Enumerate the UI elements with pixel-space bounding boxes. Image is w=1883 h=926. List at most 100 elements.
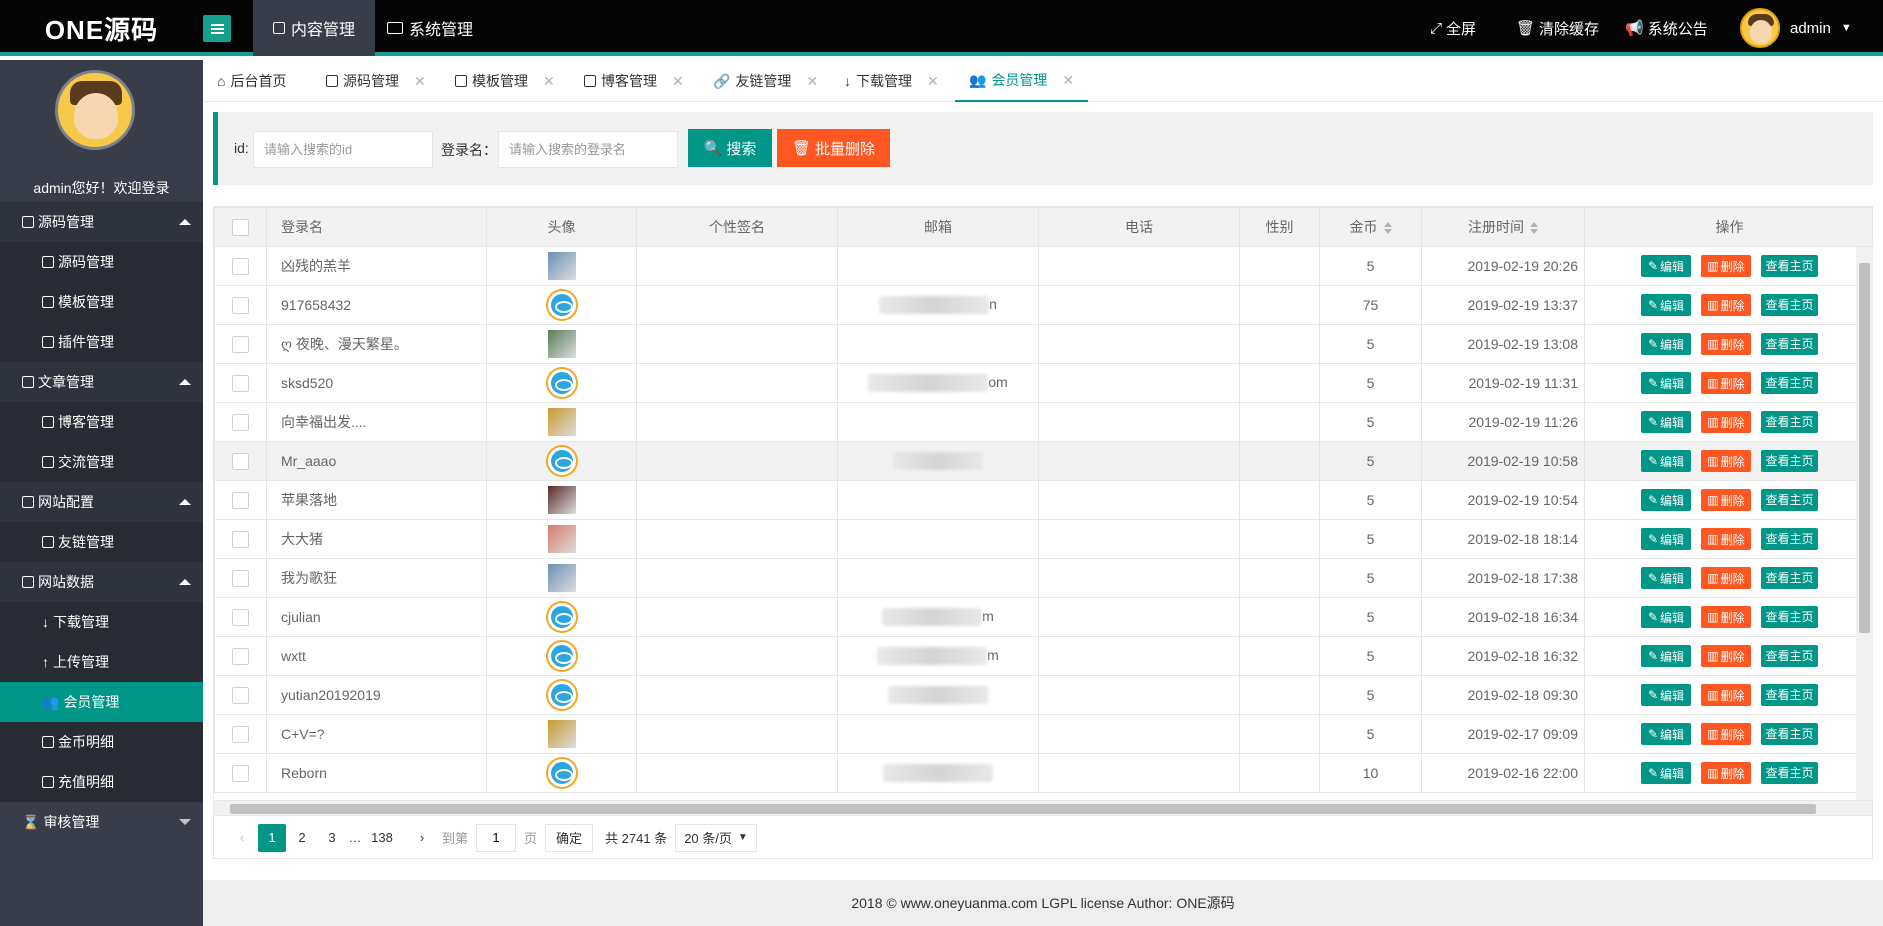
sidebar-item-exchange[interactable]: 交流管理 — [0, 442, 203, 482]
table-row[interactable]: 凶残的羔羊 5 2019-02-19 20:26 ✎ 编辑 ▥ 删除 查看主页 — [214, 246, 1872, 286]
prev-page-button[interactable]: ‹ — [228, 824, 256, 852]
sidebar-group-site-data[interactable]: 网站数据 — [0, 562, 203, 602]
delete-button[interactable]: ▥ 删除 — [1701, 723, 1751, 746]
edit-button[interactable]: ✎ 编辑 — [1641, 372, 1691, 395]
row-checkbox[interactable] — [232, 296, 249, 314]
close-icon[interactable]: ✕ — [927, 73, 939, 90]
scroll-thumb[interactable] — [1859, 263, 1870, 633]
fullscreen-button[interactable]: ⤢ 全屏 — [1430, 0, 1476, 56]
table-row[interactable]: 苹果落地 5 2019-02-19 10:54 ✎ 编辑 ▥ 删除 查看主页 — [214, 480, 1872, 520]
close-icon[interactable]: ✕ — [1062, 72, 1074, 89]
page-button-2[interactable]: 2 — [288, 824, 316, 852]
close-icon[interactable]: ✕ — [806, 73, 818, 90]
view-homepage-button[interactable]: 查看主页 — [1761, 449, 1818, 472]
delete-button[interactable]: ▥ 删除 — [1701, 762, 1751, 785]
table-row[interactable]: yutian20192019 5 2019-02-18 09:30 ✎ 编辑 ▥ 删除 查看主… — [214, 675, 1872, 715]
edit-button[interactable]: ✎ 编辑 — [1641, 450, 1691, 473]
view-homepage-button[interactable]: 查看主页 — [1761, 410, 1818, 433]
select-all-cell[interactable] — [214, 207, 267, 247]
view-homepage-button[interactable]: 查看主页 — [1761, 722, 1818, 745]
topnav-content-manage[interactable]: 内容管理 — [253, 0, 376, 56]
col-register-time[interactable]: 注册时间 — [1421, 207, 1585, 247]
row-checkbox[interactable] — [232, 608, 249, 626]
edit-button[interactable]: ✎ 编辑 — [1641, 723, 1691, 746]
row-checkbox[interactable] — [232, 764, 249, 782]
delete-button[interactable]: ▥ 删除 — [1701, 645, 1751, 668]
view-homepage-button[interactable]: 查看主页 — [1761, 332, 1818, 355]
select-all-checkbox[interactable] — [232, 218, 249, 236]
tab-links[interactable]: 🔗 友链管理 ✕ — [713, 60, 818, 102]
batch-delete-button[interactable]: 🗑 批量删除 — [777, 129, 890, 167]
row-checkbox[interactable] — [232, 335, 249, 353]
delete-button[interactable]: ▥ 删除 — [1701, 411, 1751, 434]
table-row[interactable]: cjulian m 5 2019-02-18 16:34 ✎ 编辑 ▥ 删除 查看主页 — [214, 597, 1872, 637]
row-checkbox[interactable] — [232, 530, 249, 548]
row-checkbox[interactable] — [232, 413, 249, 431]
row-checkbox[interactable] — [232, 686, 249, 704]
view-homepage-button[interactable]: 查看主页 — [1761, 254, 1818, 277]
delete-button[interactable]: ▥ 删除 — [1701, 606, 1751, 629]
view-homepage-button[interactable]: 查看主页 — [1761, 605, 1818, 628]
row-checkbox[interactable] — [232, 452, 249, 470]
row-select-cell[interactable] — [214, 324, 267, 364]
row-select-cell[interactable] — [214, 480, 267, 520]
tab-source[interactable]: 源码管理 ✕ — [326, 60, 426, 102]
edit-button[interactable]: ✎ 编辑 — [1641, 489, 1691, 512]
close-icon[interactable]: ✕ — [414, 73, 426, 90]
row-select-cell[interactable] — [214, 714, 267, 754]
delete-button[interactable]: ▥ 删除 — [1701, 333, 1751, 356]
edit-button[interactable]: ✎ 编辑 — [1641, 333, 1691, 356]
row-select-cell[interactable] — [214, 636, 267, 676]
close-icon[interactable]: ✕ — [543, 73, 555, 90]
delete-button[interactable]: ▥ 删除 — [1701, 450, 1751, 473]
page-button-1[interactable]: 1 — [258, 823, 286, 852]
view-homepage-button[interactable]: 查看主页 — [1761, 644, 1818, 667]
edit-button[interactable]: ✎ 编辑 — [1641, 684, 1691, 707]
table-row[interactable]: Mr_aaao 5 2019-02-19 10:58 ✎ 编辑 ▥ 删除 查看主页 — [214, 441, 1872, 481]
row-select-cell[interactable] — [214, 441, 267, 481]
table-row[interactable]: 向幸福出发.... 5 2019-02-19 11:26 ✎ 编辑 ▥ 删除 查看主页 — [214, 402, 1872, 442]
row-select-cell[interactable] — [214, 363, 267, 403]
sort-icon[interactable] — [1383, 222, 1392, 235]
edit-button[interactable]: ✎ 编辑 — [1641, 567, 1691, 590]
scroll-thumb[interactable] — [230, 804, 1816, 814]
horizontal-scrollbar[interactable] — [213, 800, 1873, 816]
row-checkbox[interactable] — [232, 257, 249, 275]
sidebar-group-review[interactable]: ⌛ 审核管理 — [0, 802, 203, 842]
table-row[interactable]: ღ 夜晚、漫天繁星。 5 2019-02-19 13:08 ✎ 编辑 ▥ 删除 查看主页 — [214, 324, 1872, 364]
col-coins[interactable]: 金币 — [1319, 207, 1422, 247]
sidebar-item-upload[interactable]: ↑ 上传管理 — [0, 642, 203, 682]
sidebar-group-article[interactable]: 文章管理 — [0, 362, 203, 402]
row-select-cell[interactable] — [214, 285, 267, 325]
table-row[interactable]: 大大猪 5 2019-02-18 18:14 ✎ 编辑 ▥ 删除 查看主页 — [214, 519, 1872, 559]
menu-toggle-button[interactable] — [203, 15, 231, 42]
edit-button[interactable]: ✎ 编辑 — [1641, 645, 1691, 668]
edit-button[interactable]: ✎ 编辑 — [1641, 411, 1691, 434]
edit-button[interactable]: ✎ 编辑 — [1641, 528, 1691, 551]
table-row[interactable]: Reborn 10 2019-02-16 22:00 ✎ 编辑 ▥ 删除 查看主页 — [214, 753, 1872, 793]
page-button-last[interactable]: 138 — [364, 824, 400, 852]
sidebar-item-links[interactable]: 友链管理 — [0, 522, 203, 562]
row-select-cell[interactable] — [214, 675, 267, 715]
vertical-scrollbar[interactable] — [1856, 247, 1873, 800]
page-button-3[interactable]: 3 — [318, 824, 346, 852]
row-checkbox[interactable] — [232, 647, 249, 665]
table-row[interactable]: 917658432 n 75 2019-02-19 13:37 ✎ 编辑 ▥ 删除 查看主页 — [214, 285, 1872, 325]
sidebar-item-blog[interactable]: 博客管理 — [0, 402, 203, 442]
login-name-search-input[interactable] — [498, 131, 678, 168]
view-homepage-button[interactable]: 查看主页 — [1761, 371, 1818, 394]
delete-button[interactable]: ▥ 删除 — [1701, 528, 1751, 551]
announcement-button[interactable]: 📢 系统公告 — [1625, 0, 1708, 56]
delete-button[interactable]: ▥ 删除 — [1701, 255, 1751, 278]
row-select-cell[interactable] — [214, 753, 267, 793]
edit-button[interactable]: ✎ 编辑 — [1641, 294, 1691, 317]
edit-button[interactable]: ✎ 编辑 — [1641, 255, 1691, 278]
delete-button[interactable]: ▥ 删除 — [1701, 294, 1751, 317]
tab-blog[interactable]: 博客管理 ✕ — [584, 60, 684, 102]
table-row[interactable]: 我为歌狂 5 2019-02-18 17:38 ✎ 编辑 ▥ 删除 查看主页 — [214, 558, 1872, 598]
row-checkbox[interactable] — [232, 374, 249, 392]
view-homepage-button[interactable]: 查看主页 — [1761, 566, 1818, 589]
sort-icon[interactable] — [1530, 222, 1538, 235]
sidebar-item-download[interactable]: ↓ 下载管理 — [0, 602, 203, 642]
clear-cache-button[interactable]: 🗑 清除缓存 — [1516, 0, 1599, 56]
